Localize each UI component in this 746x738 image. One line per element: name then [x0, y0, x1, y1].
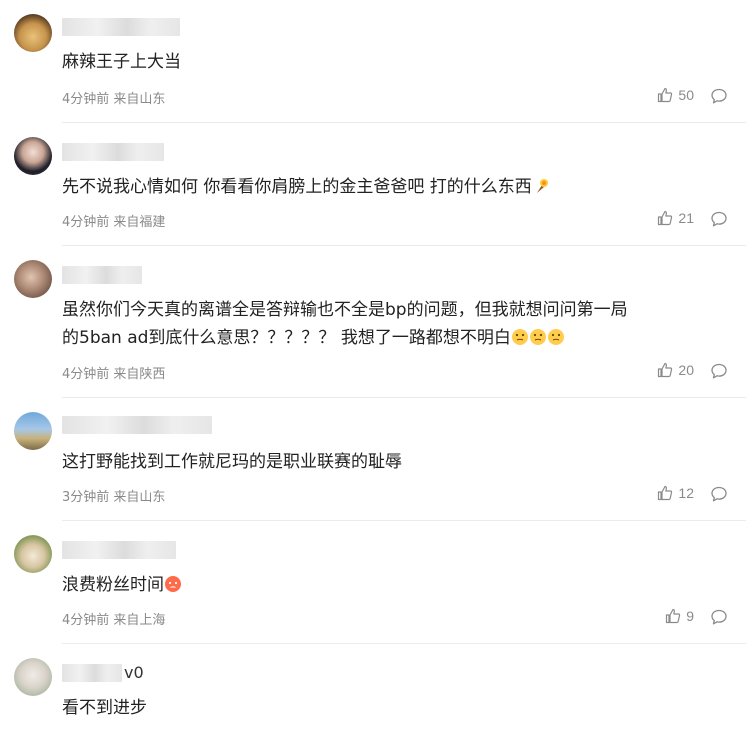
comment-location: 来自陕西 [113, 367, 166, 382]
comment-text: 虽然你们今天真的离谱全是答辩输也不全是bp的问题，但我就想问问第一局 的5ban… [62, 296, 726, 352]
comment-meta: 3分钟前 来自山东 [62, 486, 165, 505]
username[interactable] [62, 664, 122, 682]
comment-text: 看不到进步 [62, 698, 147, 718]
comment-text: 浪费粉丝时间 [62, 571, 726, 599]
like-count: 9 [686, 608, 694, 624]
comment-text: 麻辣王子上大当 [62, 52, 181, 72]
divider [62, 122, 746, 123]
divider [62, 245, 746, 246]
reply-icon[interactable] [710, 87, 728, 105]
comment-time: 3分钟前 [62, 490, 110, 505]
comment-meta: 4分钟前 来自福建 [62, 211, 165, 230]
comment-location: 来自福建 [113, 215, 166, 230]
comment-text-content: 的5ban ad到底什么意思？？？？？ 我想了一路都想不明白 [62, 328, 511, 348]
reply-icon[interactable] [710, 608, 728, 626]
username[interactable] [62, 416, 212, 434]
avatar[interactable] [14, 260, 52, 298]
comment-time: 4分钟前 [62, 367, 110, 382]
like-button[interactable]: 12 [657, 485, 694, 501]
like-count: 20 [678, 362, 694, 378]
avatar[interactable] [14, 14, 52, 52]
comment-location: 来自山东 [113, 490, 166, 505]
like-button[interactable]: 20 [657, 362, 694, 378]
like-button[interactable]: 9 [665, 608, 694, 624]
comment-text: 先不说我心情如何 你看看你肩膀上的金主爸爸吧 打的什么东西 [62, 173, 726, 201]
avatar[interactable] [14, 658, 52, 696]
like-count: 12 [678, 485, 694, 501]
comment-location: 来自上海 [113, 613, 166, 628]
comment-text: 这打野能找到工作就尼玛的是职业联赛的耻辱 [62, 452, 402, 472]
username[interactable] [62, 143, 164, 161]
username[interactable] [62, 18, 180, 36]
avatar[interactable] [14, 412, 52, 450]
thinking-face-emoji-icon [511, 329, 528, 345]
thumbs-up-icon [658, 485, 673, 501]
reply-icon[interactable] [710, 210, 728, 228]
reply-icon[interactable] [710, 485, 728, 503]
comment-meta: 4分钟前 来自上海 [62, 609, 165, 628]
comment-location: 来自山东 [113, 92, 166, 107]
angry-face-emoji-icon [165, 576, 181, 592]
username-suffix: v0 [124, 663, 144, 682]
comment-text-line: 的5ban ad到底什么意思？？？？？ 我想了一路都想不明白 [62, 324, 726, 352]
avatar[interactable] [14, 137, 52, 175]
comment-text-line: 虽然你们今天真的离谱全是答辩输也不全是bp的问题，但我就想问问第一局 [62, 300, 628, 320]
divider [62, 520, 746, 521]
thinking-face-emoji-icon [529, 329, 546, 345]
thumbs-up-icon [666, 608, 681, 624]
like-count: 50 [678, 87, 694, 103]
like-button[interactable]: 50 [657, 87, 694, 103]
comment-meta: 4分钟前 来自陕西 [62, 363, 165, 382]
comment-time: 4分钟前 [62, 92, 110, 107]
username[interactable] [62, 541, 176, 559]
divider [62, 397, 746, 398]
torch-emoji-icon [536, 179, 548, 193]
thumbs-up-icon [658, 362, 673, 378]
thinking-face-emoji-icon [547, 329, 564, 345]
comment-text-content: 先不说我心情如何 你看看你肩膀上的金主爸爸吧 打的什么东西 [62, 177, 532, 197]
thumbs-up-icon [658, 210, 673, 226]
avatar[interactable] [14, 535, 52, 573]
username[interactable] [62, 266, 142, 284]
comment-text-content: 浪费粉丝时间 [62, 575, 164, 595]
divider [62, 643, 746, 644]
comment-time: 4分钟前 [62, 613, 110, 628]
comment-meta: 4分钟前 来自山东 [62, 88, 165, 107]
reply-icon[interactable] [710, 362, 728, 380]
like-count: 21 [678, 210, 694, 226]
thumbs-up-icon [658, 87, 673, 103]
comment-time: 4分钟前 [62, 215, 110, 230]
like-button[interactable]: 21 [657, 210, 694, 226]
